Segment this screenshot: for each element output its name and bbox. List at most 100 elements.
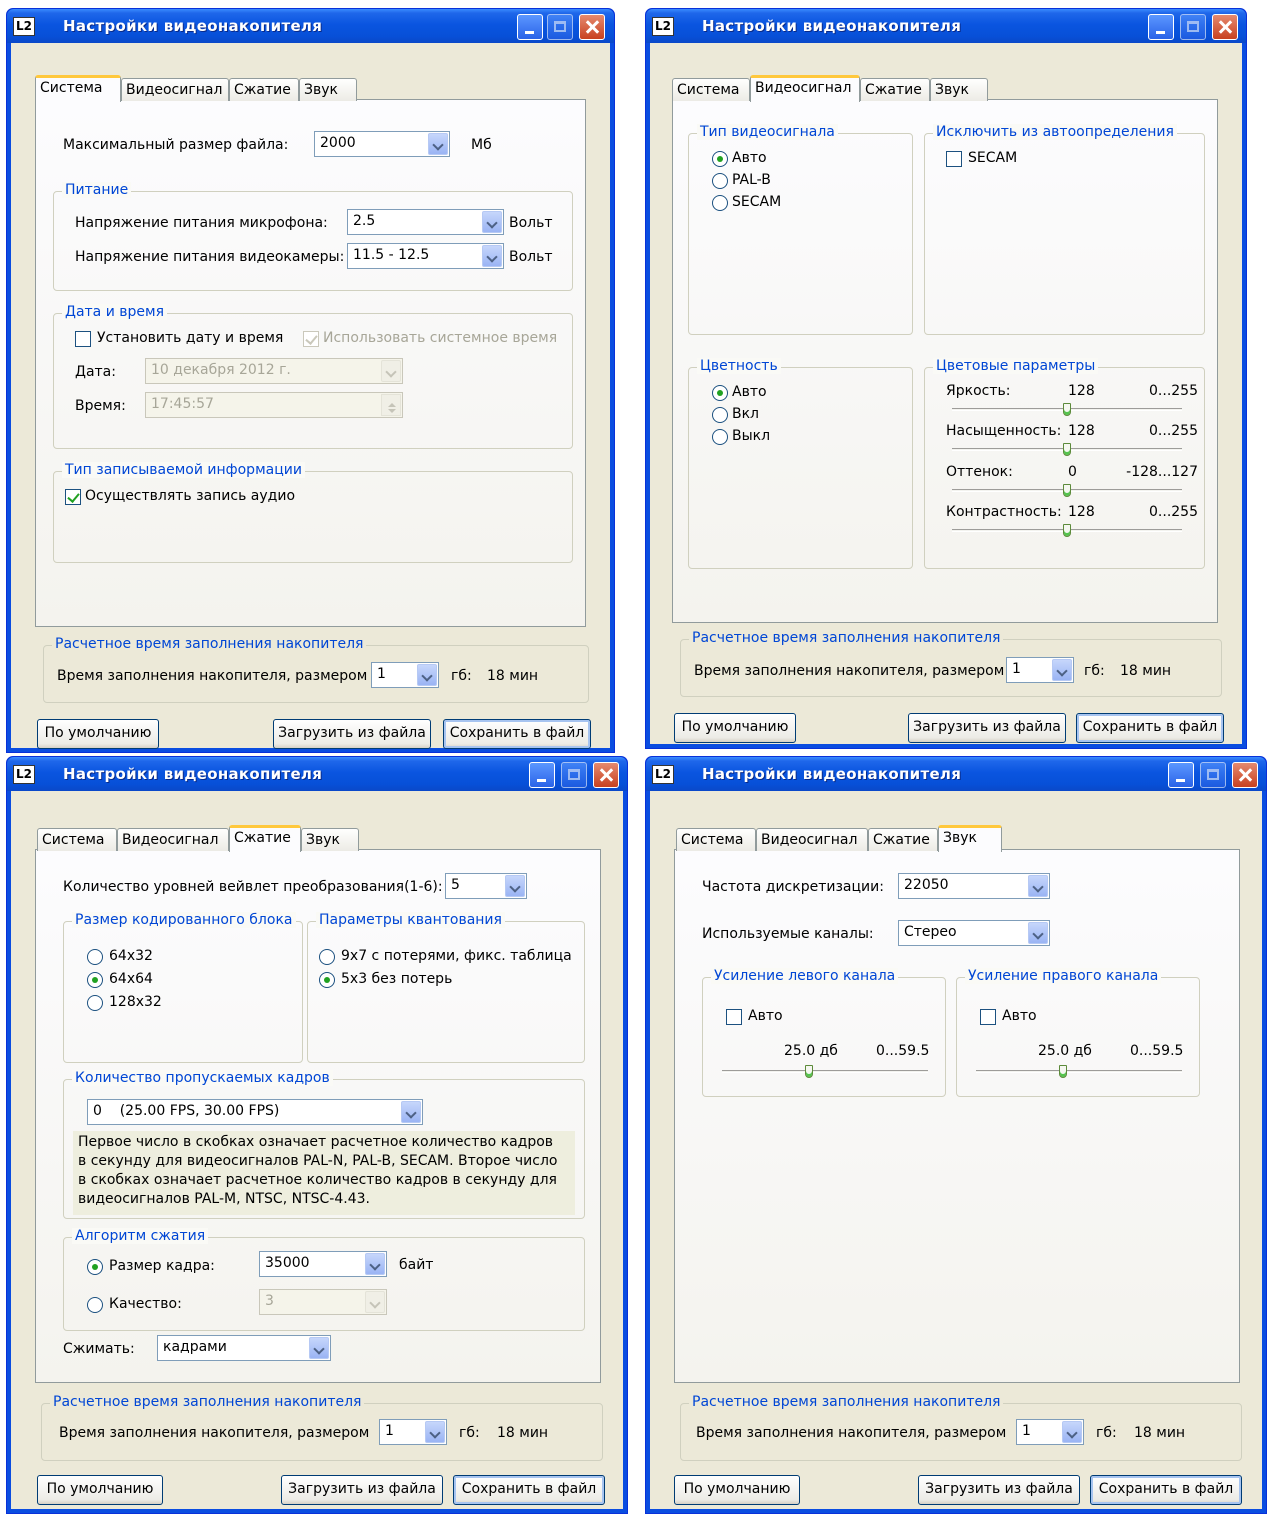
- load-from-file-button[interactable]: Загрузить из файла: [273, 719, 431, 749]
- cam-voltage-label: Напряжение питания видеокамеры:: [75, 249, 345, 265]
- right-gain-slider[interactable]: [976, 1065, 1182, 1079]
- tab-compression[interactable]: Сжатие: [229, 78, 299, 101]
- tab-system[interactable]: Система: [676, 828, 756, 851]
- tab-sound[interactable]: Звук: [938, 825, 1002, 852]
- channels-combo[interactable]: Стерео: [898, 920, 1050, 946]
- signal-secam-radio[interactable]: [712, 195, 728, 211]
- slider-thumb[interactable]: [1063, 524, 1071, 537]
- right-auto-checkbox[interactable]: [980, 1009, 996, 1025]
- tab-compression[interactable]: Сжатие: [868, 828, 938, 851]
- save-to-file-button[interactable]: Сохранить в файл: [1090, 1475, 1242, 1505]
- load-from-file-button[interactable]: Загрузить из файла: [281, 1475, 443, 1505]
- maximize-button[interactable]: [561, 762, 587, 788]
- tab-compression[interactable]: Сжатие: [229, 825, 301, 852]
- slider-thumb[interactable]: [1059, 1065, 1067, 1078]
- tab-system[interactable]: Система: [672, 78, 750, 101]
- close-button[interactable]: [1212, 14, 1238, 40]
- quant-9x7-radio[interactable]: [319, 949, 335, 965]
- record-audio-checkbox[interactable]: [65, 489, 81, 505]
- exclude-secam-checkbox[interactable]: [946, 151, 962, 167]
- color-param-slider[interactable]: [952, 484, 1182, 498]
- frame-size-combo[interactable]: 35000: [259, 1251, 387, 1277]
- chroma-on-radio[interactable]: [712, 407, 728, 423]
- minimize-button[interactable]: [529, 762, 555, 788]
- tab-compression[interactable]: Сжатие: [860, 78, 930, 101]
- minimize-button[interactable]: [517, 14, 543, 40]
- left-auto-checkbox[interactable]: [726, 1009, 742, 1025]
- quantization-group: Параметры квантования: [307, 912, 585, 1063]
- color-param-slider[interactable]: [952, 443, 1182, 457]
- quality-radio[interactable]: [87, 1297, 103, 1313]
- close-button[interactable]: [1232, 762, 1258, 788]
- title-bar[interactable]: L2 Настройки видеонакопителя: [646, 9, 1246, 43]
- slider-thumb[interactable]: [805, 1065, 813, 1078]
- left-auto-label: Авто: [748, 1008, 783, 1024]
- cam-voltage-combo[interactable]: 11.5 - 12.5: [347, 243, 504, 269]
- maximize-button[interactable]: [547, 14, 573, 40]
- disk-size-combo[interactable]: 1: [371, 662, 439, 688]
- tab-system[interactable]: Система: [37, 828, 117, 851]
- close-button[interactable]: [593, 762, 619, 788]
- maximize-button[interactable]: [1180, 14, 1206, 40]
- quant-5x3-radio[interactable]: [319, 972, 335, 988]
- tab-sound[interactable]: Звук: [930, 78, 988, 101]
- chroma-auto-radio[interactable]: [712, 385, 728, 401]
- close-button[interactable]: [579, 14, 605, 40]
- disk-size-combo[interactable]: 1: [379, 1419, 447, 1445]
- tab-video[interactable]: Видеосигнал: [121, 78, 229, 101]
- minimize-button[interactable]: [1168, 762, 1194, 788]
- defaults-button[interactable]: По умолчанию: [674, 713, 796, 743]
- tab-video[interactable]: Видеосигнал: [750, 75, 860, 102]
- block-64x64-label: 64x64: [109, 971, 153, 987]
- color-param-slider[interactable]: [952, 403, 1182, 417]
- max-size-unit: Мб: [471, 137, 492, 153]
- tab-sound[interactable]: Звук: [299, 78, 357, 101]
- tab-video[interactable]: Видеосигнал: [756, 828, 868, 851]
- left-gain-slider[interactable]: [722, 1065, 928, 1079]
- title-bar[interactable]: L2 Настройки видеонакопителя: [7, 757, 627, 791]
- color-param-slider[interactable]: [952, 524, 1182, 538]
- block-128x32-radio[interactable]: [87, 995, 103, 1011]
- tab-sound[interactable]: Звук: [301, 828, 359, 851]
- defaults-button[interactable]: По умолчанию: [37, 719, 159, 749]
- compress-by-combo[interactable]: кадрами: [157, 1335, 331, 1361]
- title-bar[interactable]: L2 Настройки видеонакопителя: [7, 9, 614, 43]
- slider-thumb[interactable]: [1063, 443, 1071, 456]
- frame-size-radio[interactable]: [87, 1259, 103, 1275]
- disk-size-combo[interactable]: 1: [1016, 1419, 1084, 1445]
- date-picker[interactable]: 10 декабря 2012 г.: [145, 358, 403, 384]
- defaults-button[interactable]: По умолчанию: [674, 1475, 800, 1505]
- save-to-file-button[interactable]: Сохранить в файл: [453, 1475, 605, 1505]
- load-from-file-button[interactable]: Загрузить из файла: [908, 713, 1066, 743]
- title-bar[interactable]: L2 Настройки видеонакопителя: [646, 757, 1266, 791]
- use-system-time-checkbox[interactable]: [303, 331, 319, 347]
- slider-thumb[interactable]: [1063, 484, 1071, 497]
- fill-time-label: Время заполнения накопителя, размером: [59, 1425, 370, 1441]
- load-from-file-button[interactable]: Загрузить из файла: [918, 1475, 1080, 1505]
- save-to-file-button[interactable]: Сохранить в файл: [443, 719, 591, 749]
- disk-size-combo[interactable]: 1: [1006, 657, 1074, 683]
- signal-pal-b-radio[interactable]: [712, 173, 728, 189]
- skip-frames-combo[interactable]: 0 (25.00 FPS, 30.00 FPS): [87, 1099, 423, 1125]
- signal-auto-radio[interactable]: [712, 151, 728, 167]
- quality-combo[interactable]: 3: [259, 1289, 387, 1315]
- max-size-combo[interactable]: 2000: [314, 131, 450, 157]
- block-64x32-radio[interactable]: [87, 949, 103, 965]
- save-to-file-button[interactable]: Сохранить в файл: [1076, 713, 1224, 743]
- defaults-button[interactable]: По умолчанию: [37, 1475, 163, 1505]
- tab-system[interactable]: Система: [35, 75, 121, 102]
- maximize-button[interactable]: [1200, 762, 1226, 788]
- mic-voltage-combo[interactable]: 2.5: [347, 209, 504, 235]
- window-title: Настройки видеонакопителя: [63, 17, 323, 35]
- wavelet-levels-combo[interactable]: 5: [445, 873, 527, 899]
- block-64x64-radio[interactable]: [87, 972, 103, 988]
- app-icon: L2: [652, 765, 674, 784]
- window-system: L2 Настройки видеонакопителя Система Вид…: [6, 8, 615, 753]
- slider-thumb[interactable]: [1063, 403, 1071, 416]
- sample-rate-combo[interactable]: 22050: [898, 873, 1050, 899]
- tab-video[interactable]: Видеосигнал: [117, 828, 229, 851]
- set-datetime-checkbox[interactable]: [75, 331, 91, 347]
- minimize-button[interactable]: [1148, 14, 1174, 40]
- chroma-off-radio[interactable]: [712, 429, 728, 445]
- time-spinner[interactable]: 17:45:57: [145, 392, 403, 418]
